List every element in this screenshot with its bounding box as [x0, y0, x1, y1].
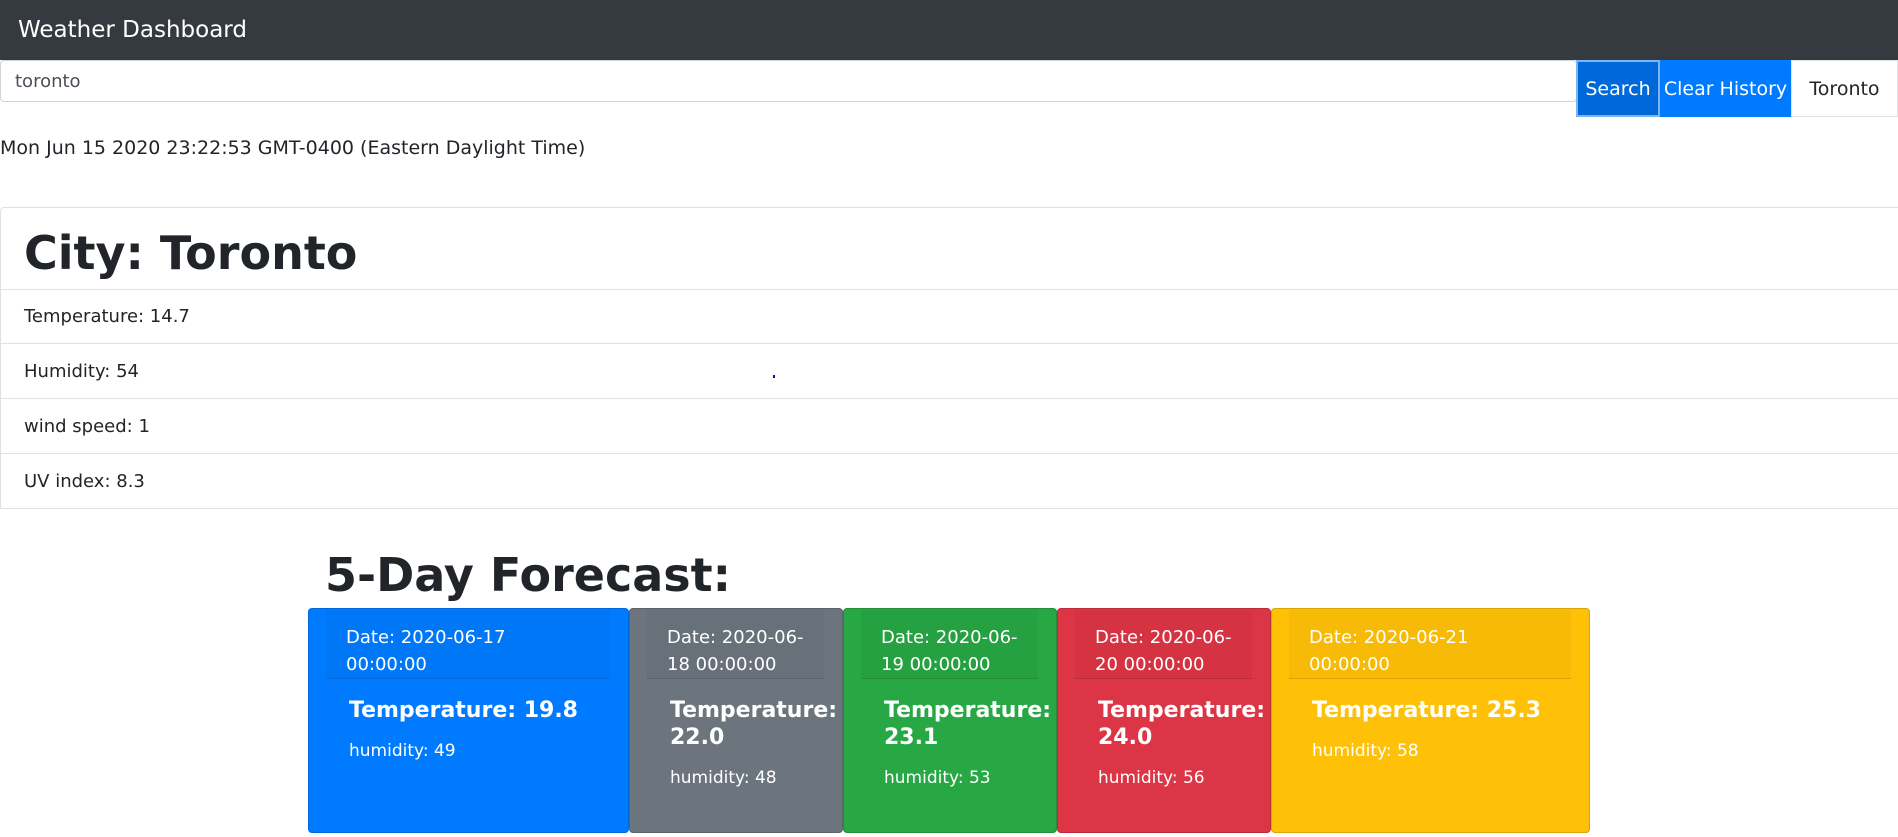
forecast-card: Date: 2020-06-18 00:00:00 Temperature: 2… — [629, 608, 843, 833]
stray-dot — [773, 375, 775, 378]
forecast-humidity: humidity: 53 — [884, 768, 991, 788]
city-search-input[interactable] — [0, 60, 1577, 102]
forecast-card: Date: 2020-06-19 00:00:00 Temperature: 2… — [843, 608, 1057, 833]
navbar: Weather Dashboard — [0, 0, 1898, 60]
current-weather-list: Temperature: 14.7 Humidity: 54 wind spee… — [0, 289, 1898, 509]
forecast-card: Date: 2020-06-21 00:00:00 Temperature: 2… — [1271, 608, 1590, 833]
forecast-date: Date: 2020-06-17 00:00:00 — [326, 610, 610, 679]
city-title: City: Toronto — [24, 226, 358, 280]
wind-speed-row: wind speed: 1 — [0, 399, 1898, 454]
forecast-date: Date: 2020-06-21 00:00:00 — [1289, 610, 1571, 679]
clear-history-button[interactable]: Clear History — [1660, 60, 1791, 117]
forecast-date: Date: 2020-06-18 00:00:00 — [647, 610, 824, 679]
forecast-temperature: Temperature: 24.0 — [1098, 698, 1266, 750]
forecast-card: Date: 2020-06-17 00:00:00 Temperature: 1… — [308, 608, 629, 833]
forecast-temperature: Temperature: 19.8 — [349, 698, 578, 723]
forecast-temperature: Temperature: 25.3 — [1312, 698, 1541, 723]
current-date: Mon Jun 15 2020 23:22:53 GMT-0400 (Easte… — [0, 137, 586, 159]
forecast-temperature: Temperature: 23.1 — [884, 698, 1052, 750]
forecast-humidity: humidity: 48 — [670, 768, 777, 788]
forecast-date: Date: 2020-06-19 00:00:00 — [861, 610, 1038, 679]
forecast-humidity: humidity: 56 — [1098, 768, 1205, 788]
humidity-row: Humidity: 54 — [0, 344, 1898, 399]
forecast-temperature: Temperature: 22.0 — [670, 698, 838, 750]
app-title[interactable]: Weather Dashboard — [18, 15, 247, 45]
forecast-title: 5-Day Forecast: — [325, 548, 732, 602]
current-weather-card: City: Toronto — [0, 207, 1898, 290]
forecast-humidity: humidity: 58 — [1312, 741, 1419, 761]
forecast-humidity: humidity: 49 — [349, 741, 456, 761]
search-button[interactable]: Search — [1576, 60, 1660, 117]
temperature-row: Temperature: 14.7 — [0, 289, 1898, 344]
uv-index-row: UV index: 8.3 — [0, 454, 1898, 509]
history-item-toronto[interactable]: Toronto — [1791, 60, 1898, 117]
forecast-row: Date: 2020-06-17 00:00:00 Temperature: 1… — [308, 608, 1590, 833]
forecast-card: Date: 2020-06-20 00:00:00 Temperature: 2… — [1057, 608, 1271, 833]
forecast-date: Date: 2020-06-20 00:00:00 — [1075, 610, 1252, 679]
